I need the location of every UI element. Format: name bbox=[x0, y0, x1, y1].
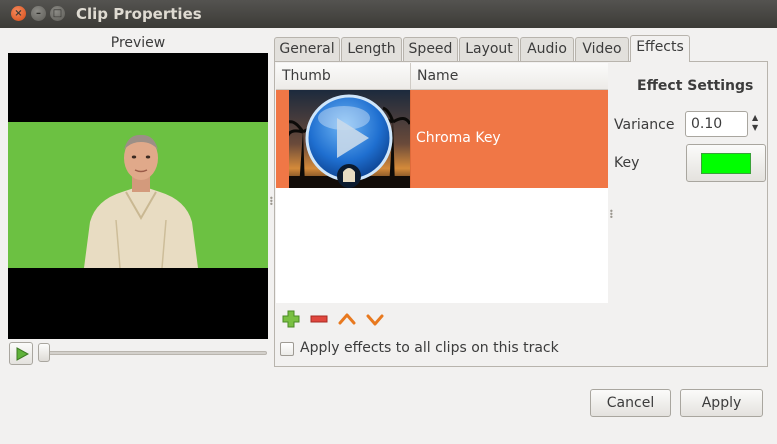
preview-video bbox=[8, 53, 268, 339]
tab-video[interactable]: Video bbox=[575, 37, 629, 62]
variance-label: Variance bbox=[614, 117, 675, 133]
window-close-button[interactable]: × bbox=[11, 6, 26, 21]
stepper-down-icon[interactable]: ▼ bbox=[752, 123, 764, 133]
table-row[interactable]: Chroma Key bbox=[276, 90, 608, 188]
variance-value: 0.10 bbox=[691, 116, 723, 132]
remove-effect-button[interactable] bbox=[309, 309, 329, 329]
apply-button[interactable]: Apply bbox=[680, 389, 763, 417]
effects-panel: Thumb Name Chroma Key • • • Apply effect… bbox=[274, 61, 768, 367]
key-color-swatch bbox=[701, 153, 751, 174]
column-separator[interactable] bbox=[410, 63, 411, 90]
minus-icon bbox=[310, 315, 328, 323]
preview-label: Preview bbox=[110, 35, 166, 51]
tab-length[interactable]: Length bbox=[341, 37, 402, 62]
key-color-button[interactable] bbox=[686, 144, 766, 182]
list-header: Thumb Name bbox=[276, 63, 608, 90]
cancel-button[interactable]: Cancel bbox=[590, 389, 671, 417]
apply-all-label[interactable]: Apply effects to all clips on this track bbox=[300, 340, 559, 356]
tab-general[interactable]: General bbox=[274, 37, 340, 62]
play-icon bbox=[16, 347, 29, 361]
effects-list[interactable]: Thumb Name Chroma Key bbox=[276, 63, 608, 303]
presenter-figure bbox=[84, 134, 198, 268]
chevron-up-icon bbox=[338, 313, 356, 325]
tab-effects[interactable]: Effects bbox=[630, 35, 690, 62]
green-screen-frame bbox=[8, 122, 268, 268]
tab-layout[interactable]: Layout bbox=[459, 37, 519, 62]
row-cell-separator bbox=[410, 90, 411, 188]
plus-icon bbox=[282, 310, 300, 328]
tab-audio[interactable]: Audio bbox=[520, 37, 574, 62]
seek-slider-track[interactable] bbox=[43, 351, 267, 355]
variance-stepper[interactable]: ▲ ▼ bbox=[752, 113, 764, 133]
stepper-up-icon[interactable]: ▲ bbox=[752, 113, 764, 123]
add-effect-button[interactable] bbox=[281, 309, 301, 329]
move-effect-up-button[interactable] bbox=[337, 309, 357, 329]
tab-speed[interactable]: Speed bbox=[403, 37, 458, 62]
effect-thumbnail bbox=[289, 90, 410, 188]
key-label: Key bbox=[614, 155, 640, 171]
list-resize-handle[interactable]: • • • bbox=[609, 208, 614, 222]
column-header-name[interactable]: Name bbox=[417, 68, 458, 84]
apply-all-checkbox[interactable] bbox=[280, 342, 294, 356]
pane-resize-handle[interactable]: • • • bbox=[269, 195, 274, 209]
variance-input[interactable]: 0.10 bbox=[685, 111, 748, 137]
move-effect-down-button[interactable] bbox=[365, 309, 385, 329]
window-title: Clip Properties bbox=[76, 5, 202, 23]
play-button[interactable] bbox=[9, 342, 33, 365]
chroma-key-thumbnail-image bbox=[289, 90, 410, 188]
seek-slider-handle[interactable] bbox=[38, 343, 50, 362]
effect-settings-title: Effect Settings bbox=[637, 78, 754, 94]
column-header-thumb[interactable]: Thumb bbox=[282, 68, 331, 84]
window-minimize-button[interactable]: – bbox=[31, 6, 46, 21]
effect-name: Chroma Key bbox=[416, 130, 501, 146]
window-maximize-button[interactable]: □ bbox=[50, 6, 65, 21]
chevron-down-icon bbox=[366, 314, 384, 326]
title-bar: × – □ Clip Properties bbox=[0, 0, 777, 28]
